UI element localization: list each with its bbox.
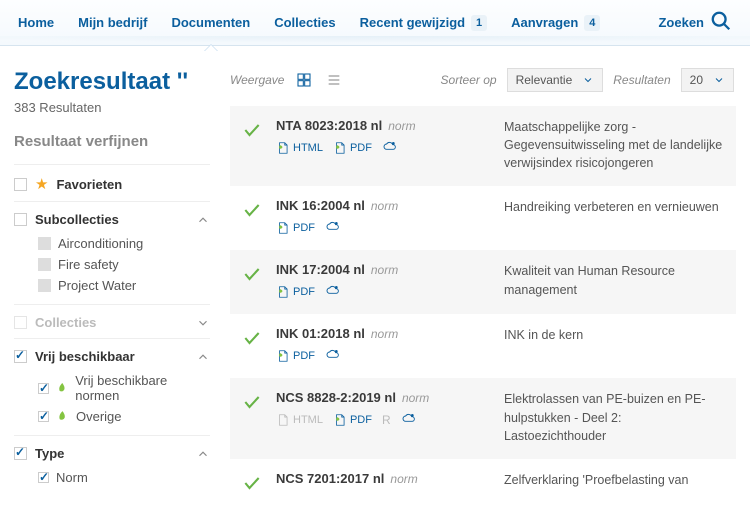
facet-favorieten[interactable]: ★ Favorieten [14, 175, 210, 193]
nav-documenten[interactable]: Documenten [171, 0, 250, 46]
check-icon [242, 262, 262, 300]
checkbox-checked-icon [14, 350, 27, 363]
format-pdf[interactable]: PDF [276, 349, 315, 363]
result-title[interactable]: INK 16:2004 nl [276, 198, 365, 213]
sidebar: Zoekresultaat '' 383 Resultaten Resultaa… [14, 68, 210, 510]
revoked-icon: R [382, 413, 391, 427]
perpage-label: Resultaten [613, 73, 670, 87]
result-title[interactable]: NCS 8828-2:2019 nl [276, 390, 396, 405]
result-type: norm [390, 472, 417, 486]
view-grid-button[interactable] [294, 70, 314, 90]
chevron-up-icon [196, 350, 210, 364]
chevron-up-icon [196, 213, 210, 227]
result-row[interactable]: NCS 7201:2017 nl norm Zelfverklaring 'Pro… [230, 459, 736, 510]
perpage-select[interactable]: 20 [681, 68, 734, 92]
cloud-icon[interactable] [401, 411, 417, 428]
chevron-down-icon [582, 74, 594, 86]
leaf-icon [56, 382, 69, 395]
nav-collecties[interactable]: Collecties [274, 0, 335, 46]
square-icon [38, 237, 51, 250]
sort-label: Sorteer op [441, 73, 497, 87]
chevron-up-icon [196, 447, 210, 461]
cloud-icon[interactable] [325, 347, 341, 364]
checkbox-icon [14, 316, 27, 329]
checkbox-checked-icon [14, 447, 27, 460]
facet-vrij-beschikbaar[interactable]: Vrij beschikbaar [14, 349, 210, 364]
result-description: Maatschappelijke zorg - Gegevensuitwisse… [504, 118, 724, 172]
result-title[interactable]: NCS 7201:2017 nl [276, 471, 384, 486]
result-description: Elektrolassen van PE-buizen en PE-hulpst… [504, 390, 724, 444]
result-type: norm [371, 327, 398, 341]
nav-mijn-bedrijf[interactable]: Mijn bedrijf [78, 0, 147, 46]
format-pdf[interactable]: PDF [276, 221, 315, 235]
cloud-icon[interactable] [325, 283, 341, 300]
square-icon [38, 258, 51, 271]
nav-recent-gewijzigd[interactable]: Recent gewijzigd1 [360, 0, 487, 46]
search-button[interactable]: Zoeken [658, 10, 732, 35]
result-row[interactable]: NTA 8023:2018 nl norm HTML PDF Maatschappe… [230, 106, 736, 186]
facet-item-airconditioning[interactable]: Airconditioning [38, 233, 210, 254]
format-html[interactable]: HTML [276, 413, 323, 427]
result-type: norm [371, 199, 398, 213]
sort-select[interactable]: Relevantie [507, 68, 604, 92]
result-title[interactable]: INK 01:2018 nl [276, 326, 365, 341]
checkbox-icon [14, 213, 27, 226]
nav-aanvragen[interactable]: Aanvragen4 [511, 0, 600, 46]
check-icon [242, 390, 262, 444]
nav-home[interactable]: Home [18, 0, 54, 46]
leaf-icon [56, 410, 69, 423]
result-description: Zelfverklaring 'Proefbelasting van [504, 471, 688, 496]
facet-subcollecties[interactable]: Subcollecties [14, 212, 210, 227]
format-pdf[interactable]: PDF [333, 413, 372, 427]
checkbox-checked-icon [38, 383, 49, 394]
top-nav: Home Mijn bedrijf Documenten Collecties … [0, 0, 750, 46]
facet-item-fire-safety[interactable]: Fire safety [38, 254, 210, 275]
format-pdf[interactable]: PDF [333, 141, 372, 155]
checkbox-checked-icon [38, 411, 49, 422]
facet-item-vrij-normen[interactable]: Vrij beschikbare normen [38, 370, 210, 406]
checkbox-icon [14, 178, 27, 191]
refine-heading: Resultaat verfijnen [14, 133, 210, 150]
view-list-button[interactable] [324, 70, 344, 90]
check-icon [242, 198, 262, 236]
result-description: INK in de kern [504, 326, 583, 364]
format-html[interactable]: HTML [276, 141, 323, 155]
check-icon [242, 471, 262, 496]
chevron-down-icon [713, 74, 725, 86]
result-row[interactable]: INK 16:2004 nl norm PDF Handreiking verbe… [230, 186, 736, 250]
result-description: Handreiking verbeteren en vernieuwen [504, 198, 719, 236]
result-count: 383 Resultaten [14, 100, 210, 115]
result-type: norm [388, 119, 415, 133]
check-icon [242, 326, 262, 364]
cloud-icon[interactable] [325, 219, 341, 236]
result-row[interactable]: INK 01:2018 nl norm PDF INK in de kern [230, 314, 736, 378]
chevron-down-icon [196, 316, 210, 330]
cloud-icon[interactable] [382, 139, 398, 156]
result-title[interactable]: NTA 8023:2018 nl [276, 118, 382, 133]
result-description: Kwaliteit van Human Resource management [504, 262, 724, 300]
facet-item-norm[interactable]: Norm [38, 467, 210, 488]
result-row[interactable]: NCS 8828-2:2019 nl norm HTML PDF R Elektrol… [230, 378, 736, 458]
check-icon [242, 118, 262, 172]
nav-recent-badge: 1 [471, 15, 487, 31]
nav-aanvragen-badge: 4 [584, 15, 600, 31]
facet-item-project-water[interactable]: Project Water [38, 275, 210, 296]
page-title: Zoekresultaat '' [14, 68, 210, 96]
result-row[interactable]: INK 17:2004 nl norm PDF Kwaliteit van Hum… [230, 250, 736, 314]
square-icon [38, 279, 51, 292]
results-panel: Weergave Sorteer op Relevantie Resultate… [230, 68, 736, 510]
star-icon: ★ [35, 175, 48, 193]
result-title[interactable]: INK 17:2004 nl [276, 262, 365, 277]
search-icon [710, 10, 732, 35]
facet-type[interactable]: Type [14, 446, 210, 461]
format-pdf[interactable]: PDF [276, 285, 315, 299]
result-type: norm [371, 263, 398, 277]
facet-collecties[interactable]: Collecties [14, 315, 210, 330]
view-label: Weergave [230, 73, 284, 87]
facet-item-overige[interactable]: Overige [38, 406, 210, 427]
result-type: norm [402, 391, 429, 405]
checkbox-checked-icon [38, 472, 49, 483]
